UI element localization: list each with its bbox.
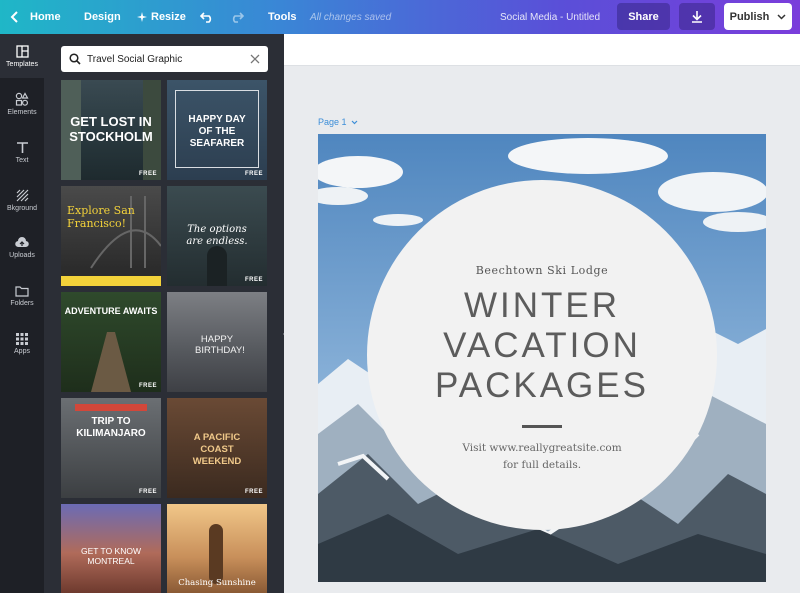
divider (522, 425, 562, 428)
template-title: HAPPY DAY OF THE SEAFARER (188, 114, 246, 149)
page-label: Page 1 (318, 117, 347, 127)
search-box[interactable] (61, 46, 268, 72)
template-title: TRIP TO KILIMANJARO (76, 416, 146, 439)
template-thumb-birthday[interactable]: HAPPY BIRTHDAY! (167, 292, 267, 392)
rail-item-uploads[interactable]: Uploads (0, 226, 44, 270)
rail-label: Bkground (7, 204, 37, 212)
rail-label: Folders (10, 300, 34, 307)
rail-item-background[interactable]: Bkground (0, 178, 44, 222)
template-thumb-options[interactable]: The options are endless. FREE (167, 186, 267, 286)
resize-label: Resize (151, 11, 186, 23)
rail-item-apps[interactable]: Apps (0, 322, 44, 366)
headline-line: PACKAGES (435, 366, 649, 405)
free-badge: FREE (138, 489, 157, 495)
home-button[interactable]: Home (10, 0, 61, 34)
uploads-icon (15, 237, 29, 248)
template-thumb-montreal[interactable]: GET TO KNOW MONTREAL (61, 504, 161, 593)
resize-button[interactable]: Resize (137, 0, 186, 34)
chevron-left-icon (10, 11, 18, 23)
template-title: ADVENTURE AWAITS (64, 306, 158, 316)
visit-text[interactable]: Visit www.reallygreatsite.com for full d… (367, 440, 717, 474)
lodge-name[interactable]: Beechtown Ski Lodge (367, 264, 717, 277)
template-thumb-san-francisco[interactable]: Explore San Francisco! (61, 186, 161, 286)
sparkle-icon (137, 12, 147, 22)
chevron-down-icon (777, 13, 786, 20)
text-icon (16, 141, 28, 153)
free-badge: FREE (244, 171, 263, 177)
template-thumb-adventure[interactable]: ADVENTURE AWAITS FREE (61, 292, 161, 392)
home-label: Home (30, 11, 61, 23)
publish-button[interactable]: Publish (724, 3, 792, 30)
canvas-toolbar (284, 34, 800, 66)
template-thumb-pacific-coast[interactable]: A PACIFIC COAST WEEKEND FREE (167, 398, 267, 498)
title-circle[interactable]: Beechtown Ski Lodge WINTER VACATION PACK… (367, 180, 717, 530)
share-button[interactable]: Share (617, 3, 670, 30)
template-title: GET LOST IN STOCKHOLM (69, 114, 153, 144)
canvas-area: Page 1 Beechtown Ski Lodge WINTER VACATI… (284, 34, 800, 593)
rail-item-text[interactable]: Text (0, 130, 44, 174)
free-badge: FREE (138, 383, 157, 389)
background-icon (16, 189, 28, 201)
clear-icon[interactable] (250, 54, 260, 64)
undo-button[interactable] (200, 0, 214, 34)
download-icon (692, 11, 702, 23)
design-label: Design (84, 11, 121, 23)
template-thumb-seafarer[interactable]: HAPPY DAY OF THE SEAFARER FREE (167, 80, 267, 180)
chevron-down-icon (351, 120, 357, 124)
apps-icon (16, 333, 28, 345)
headline[interactable]: WINTER VACATION PACKAGES (367, 286, 717, 406)
document-title[interactable]: Social Media - Untitled (500, 0, 600, 34)
left-rail: Templates Elements Text Bkground Uploads… (0, 34, 44, 593)
rail-item-elements[interactable]: Elements (0, 82, 44, 126)
save-status: All changes saved (310, 11, 392, 23)
redo-icon (232, 12, 244, 23)
free-badge: FREE (138, 171, 157, 177)
folders-icon (15, 286, 29, 297)
rail-label: Apps (14, 348, 30, 355)
rail-label: Text (15, 156, 29, 164)
design-canvas[interactable]: Beechtown Ski Lodge WINTER VACATION PACK… (318, 134, 766, 582)
template-title: The options are endless. (186, 224, 248, 247)
free-badge: FREE (244, 489, 263, 495)
publish-label: Publish (729, 10, 770, 23)
templates-icon (15, 44, 29, 58)
template-thumb-kilimanjaro[interactable]: TRIP TO KILIMANJARO FREE (61, 398, 161, 498)
search-icon (69, 53, 81, 65)
template-title: Chasing Sunshine (178, 578, 256, 588)
tools-menu[interactable]: Tools (268, 0, 297, 34)
template-title: HAPPY BIRTHDAY! (195, 334, 245, 356)
visit-line: Visit www.reallygreatsite.com (462, 442, 622, 454)
headline-line: WINTER (463, 286, 621, 325)
rail-label: Uploads (9, 252, 35, 259)
tools-label: Tools (268, 11, 297, 23)
elements-icon (15, 92, 29, 106)
undo-icon (200, 12, 212, 23)
search-input[interactable] (87, 53, 244, 65)
bridge-image (90, 196, 161, 269)
free-badge: FREE (244, 277, 263, 283)
download-button[interactable] (679, 3, 715, 30)
rail-item-folders[interactable]: Folders (0, 274, 44, 318)
page-selector[interactable]: Page 1 (318, 117, 358, 127)
top-bar: Home Design Resize Tools All changes sav… (0, 0, 800, 34)
template-title: GET TO KNOW MONTREAL (81, 546, 141, 566)
template-thumb-sunshine[interactable]: Chasing Sunshine (167, 504, 267, 593)
template-title: Explore San Francisco! (67, 204, 135, 230)
headline-line: VACATION (443, 326, 641, 365)
design-menu[interactable]: Design (84, 0, 121, 34)
template-thumb-stockholm[interactable]: GET LOST IN STOCKHOLM FREE (61, 80, 161, 180)
redo-button[interactable] (230, 0, 244, 34)
templates-panel: GET LOST IN STOCKHOLM FREE HAPPY DAY OF … (44, 34, 284, 593)
rail-label: Templates (6, 60, 38, 68)
visit-line: for full details. (502, 459, 582, 471)
rail-item-templates[interactable]: Templates (0, 34, 44, 78)
rail-label: Elements (7, 109, 37, 116)
template-title: A PACIFIC COAST WEEKEND (192, 432, 242, 467)
